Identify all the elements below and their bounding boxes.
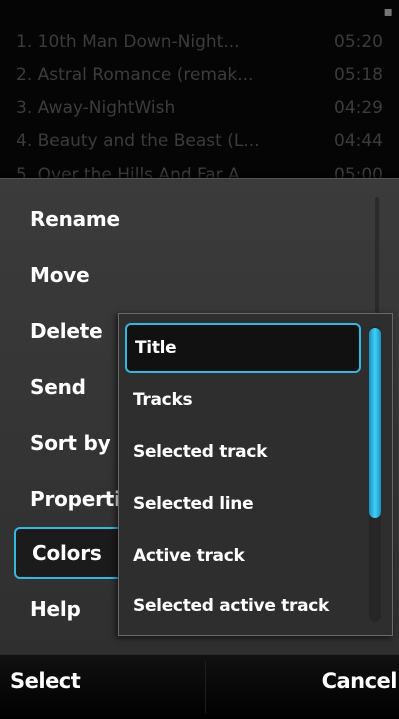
track-row[interactable]: 5. Over the Hills And Far A... 05:00 (16, 160, 383, 180)
colors-submenu: Title Tracks Selected track Selected lin… (118, 313, 393, 636)
menu-item-move[interactable]: Move (14, 249, 90, 301)
menu-item-rename[interactable]: Rename (14, 193, 120, 245)
submenu-item-tracks[interactable]: Tracks (125, 375, 361, 425)
menu-item-delete[interactable]: Delete (14, 305, 103, 357)
select-softkey[interactable]: Select (10, 669, 81, 693)
menu-item-sort-by[interactable]: Sort by (14, 417, 111, 469)
cancel-softkey[interactable]: Cancel (322, 669, 398, 693)
track-duration: 05:20 (334, 32, 383, 52)
track-duration: 04:44 (334, 131, 383, 151)
track-title: 4. Beauty and the Beast (L... (16, 131, 260, 151)
scroll-indicator-icon: ▪ (383, 4, 394, 20)
menu-item-colors[interactable]: Colors (14, 527, 134, 579)
softkey-divider (205, 661, 206, 713)
track-title: 2. Astral Romance (remak... (16, 65, 254, 85)
submenu-item-selected-track[interactable]: Selected track (125, 427, 361, 477)
playlist-background: 1. 10th Man Down-Night... 05:20 2. Astra… (0, 0, 399, 180)
track-row[interactable]: 1. 10th Man Down-Night... 05:20 (16, 27, 383, 57)
track-duration: 05:18 (334, 65, 383, 85)
track-row[interactable]: 2. Astral Romance (remak... 05:18 (16, 60, 383, 90)
track-row[interactable]: 3. Away-NightWish 04:29 (16, 93, 383, 123)
submenu-item-selected-line[interactable]: Selected line (125, 479, 361, 529)
submenu-item-selected-active-track[interactable]: Selected active track (125, 581, 361, 631)
menu-item-help[interactable]: Help (14, 583, 81, 635)
menu-item-send[interactable]: Send (14, 361, 86, 413)
softkey-bar: Select Cancel (0, 654, 399, 719)
track-duration: 04:29 (334, 98, 383, 118)
submenu-scrollbar-thumb[interactable] (369, 328, 381, 518)
track-title: 1. 10th Man Down-Night... (16, 32, 240, 52)
submenu-item-active-track[interactable]: Active track (125, 531, 361, 581)
track-title: 3. Away-NightWish (16, 98, 176, 118)
track-row[interactable]: 4. Beauty and the Beast (L... 04:44 (16, 126, 383, 156)
submenu-item-title[interactable]: Title (125, 323, 361, 373)
